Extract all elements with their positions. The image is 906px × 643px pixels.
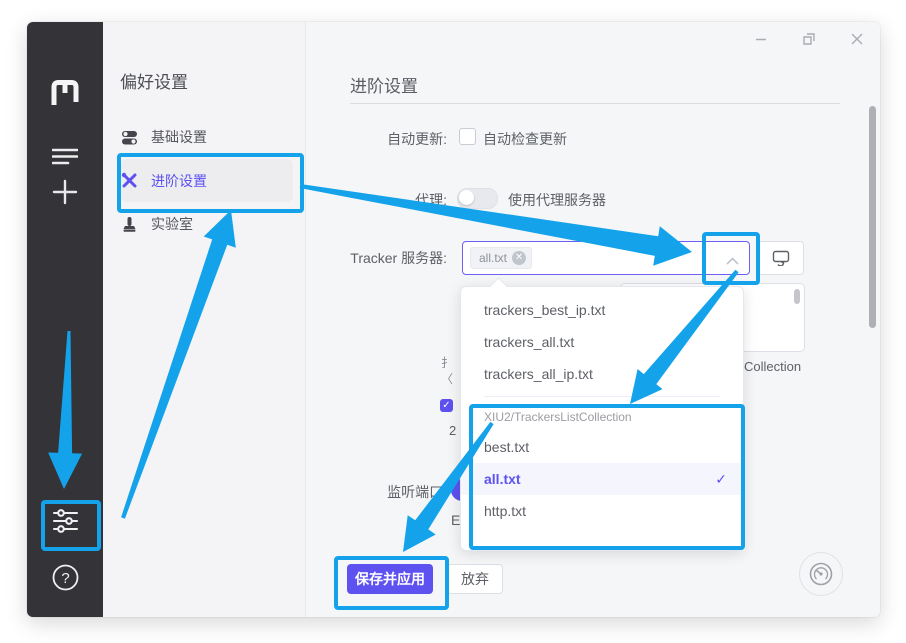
- auto-update-checkbox-label[interactable]: 自动检查更新: [483, 129, 567, 149]
- add-task-icon[interactable]: [27, 178, 103, 206]
- tracker-dropdown: trackers_best_ip.txt trackers_all.txt tr…: [460, 286, 744, 551]
- dropdown-group-label: XIU2/TrackersListCollection: [461, 403, 743, 431]
- proxy-toggle[interactable]: [457, 188, 498, 209]
- preferences-icon[interactable]: [27, 509, 103, 533]
- app-sidebar: ?: [27, 22, 103, 617]
- title-divider: [350, 103, 840, 104]
- dropdown-option-selected[interactable]: all.txt ✓: [461, 463, 743, 495]
- proxy-label: 代理:: [317, 190, 447, 210]
- task-list-icon[interactable]: [27, 148, 103, 165]
- check-icon: ✓: [715, 463, 727, 495]
- hint-fragment-collection: Collection: [744, 359, 801, 374]
- proxy-toggle-label: 使用代理服务器: [508, 190, 606, 210]
- tracker-label: Tracker 服务器:: [317, 248, 447, 268]
- textarea-scrollbar[interactable]: [794, 289, 800, 304]
- svg-text:?: ?: [61, 570, 69, 587]
- option-label: all.txt: [484, 471, 521, 487]
- text-fragment: E: [451, 512, 460, 528]
- text-fragment: 2: [449, 423, 456, 438]
- lab-icon: [121, 216, 138, 233]
- auto-update-checkbox[interactable]: [459, 128, 476, 145]
- dropdown-option[interactable]: trackers_all.txt: [461, 326, 743, 358]
- chevron-up-icon[interactable]: [726, 252, 739, 270]
- sync-checkbox[interactable]: ✓: [440, 399, 453, 412]
- hint-fragment: 扌: [441, 354, 453, 371]
- tag-remove-icon[interactable]: ✕: [512, 251, 526, 265]
- tracker-tag: all.txt ✕: [470, 247, 532, 269]
- nav-title: 偏好设置: [120, 68, 188, 93]
- page-title: 进阶设置: [350, 72, 418, 97]
- app-window: ? 偏好设置 基础设置 进: [27, 22, 880, 617]
- tracker-tag-label: all.txt: [479, 251, 507, 265]
- restore-button[interactable]: [796, 28, 822, 50]
- dropdown-option[interactable]: http.txt: [461, 495, 743, 527]
- tracker-select[interactable]: all.txt ✕: [462, 241, 750, 275]
- dropdown-option[interactable]: trackers_best_ip.txt: [461, 294, 743, 326]
- dropdown-option[interactable]: trackers_all_ip.txt: [461, 358, 743, 390]
- minimize-button[interactable]: [748, 28, 774, 50]
- discard-button[interactable]: 放弃: [447, 564, 503, 594]
- toggles-icon: [121, 129, 138, 146]
- nav-item-label: 进阶设置: [151, 171, 207, 191]
- hint-fragment: 〈: [441, 370, 453, 387]
- sync-trackers-button[interactable]: [757, 241, 804, 275]
- nav-item-label: 实验室: [151, 214, 193, 234]
- dropdown-divider: [484, 396, 720, 397]
- nav-item-basic[interactable]: 基础设置: [121, 120, 293, 154]
- preferences-nav: 偏好设置 基础设置 进阶设置: [103, 22, 306, 617]
- tools-icon: [121, 172, 138, 189]
- help-icon[interactable]: ?: [27, 564, 103, 591]
- nav-item-label: 基础设置: [151, 127, 207, 147]
- dropdown-option[interactable]: best.txt: [461, 431, 743, 463]
- window-scrollbar[interactable]: [869, 106, 876, 328]
- nav-item-advanced[interactable]: 进阶设置: [121, 159, 293, 202]
- listen-port-label: 监听端口:: [317, 482, 447, 502]
- close-button[interactable]: [844, 28, 870, 50]
- motrix-logo-icon: [27, 78, 103, 106]
- speed-limit-button[interactable]: [799, 552, 843, 596]
- auto-update-label: 自动更新:: [317, 129, 447, 149]
- nav-item-lab[interactable]: 实验室: [121, 207, 293, 241]
- save-and-apply-button[interactable]: 保存并应用: [347, 564, 433, 594]
